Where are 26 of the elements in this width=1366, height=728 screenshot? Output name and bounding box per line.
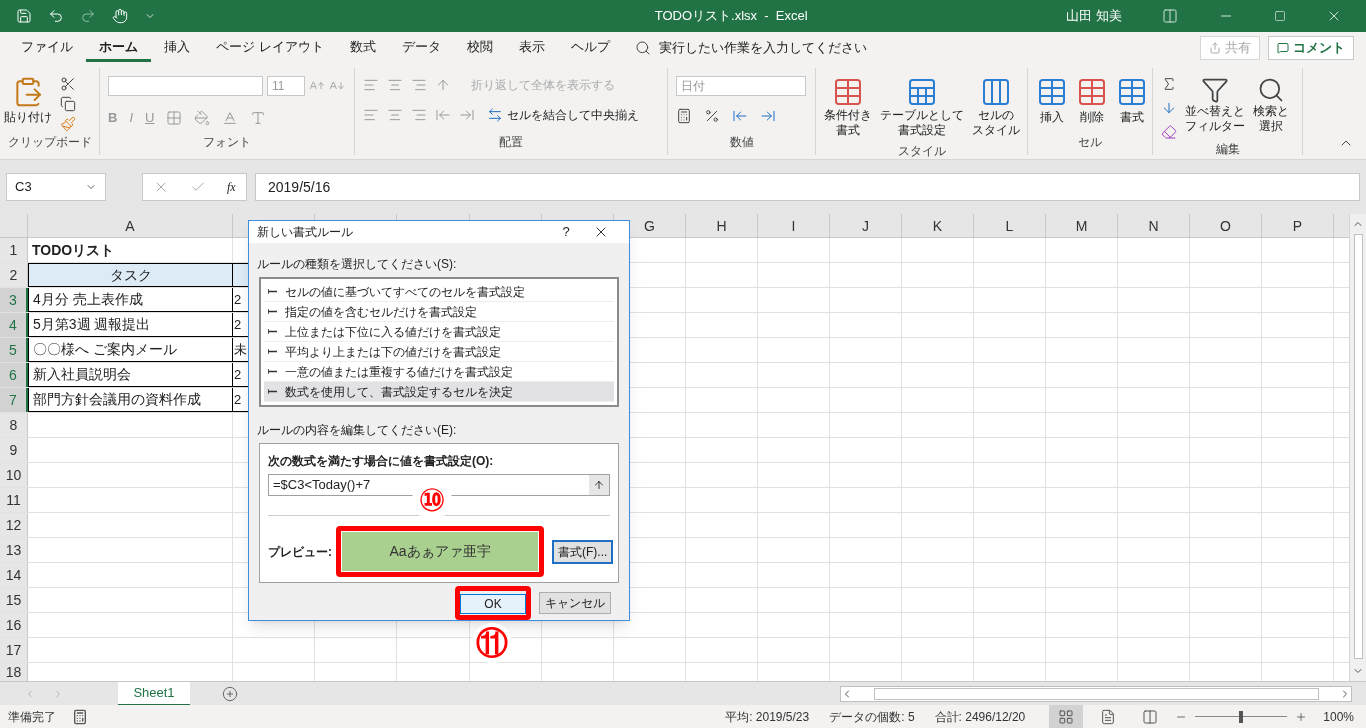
table-cell: 新入社員説明会 bbox=[28, 363, 233, 387]
status-count: データの個数: 5 bbox=[829, 708, 915, 726]
status-sum: 合計: 2496/12/20 bbox=[934, 708, 1026, 726]
status-text: 準備完了 bbox=[8, 708, 56, 726]
group-label: スタイル bbox=[897, 143, 946, 160]
formula-label: 次の数式を満たす場合に値を書式設定(O): bbox=[268, 453, 495, 470]
window-title: TODOリスト.xlsx - Excel bbox=[653, 7, 809, 26]
group-label: フォント bbox=[203, 134, 251, 151]
rule-type-label: ルールの種類を選択してください(S): bbox=[257, 256, 458, 273]
status-average: 平均: 2019/5/23 bbox=[725, 708, 810, 726]
group-label: 編集 bbox=[1215, 141, 1240, 158]
table-cell: 4月分 売上表作成 bbox=[28, 288, 233, 312]
table-cell: 部門方針会議用の資料作成 bbox=[28, 388, 233, 412]
dialog-title: 新しい書式ルール bbox=[257, 224, 354, 241]
preview-label: プレビュー: bbox=[268, 543, 332, 561]
group-label: クリップボード bbox=[7, 134, 92, 151]
table-cell: 〇〇様へ ご案内メール bbox=[28, 338, 233, 362]
table-cell: TODOリスト bbox=[28, 238, 233, 262]
group-label: 数値 bbox=[729, 134, 754, 151]
user-name: 山田 知美 bbox=[1066, 7, 1122, 26]
rule-edit-label: ルールの内容を編集してください(E): bbox=[257, 422, 458, 439]
table-cell: 5月第3週 週報提出 bbox=[28, 313, 233, 337]
group-label: セル bbox=[1078, 134, 1102, 151]
format-preview: Aaあぁアァ亜宇 bbox=[342, 532, 538, 571]
table-cell: タスク bbox=[28, 263, 233, 287]
group-label: 配置 bbox=[499, 134, 523, 151]
